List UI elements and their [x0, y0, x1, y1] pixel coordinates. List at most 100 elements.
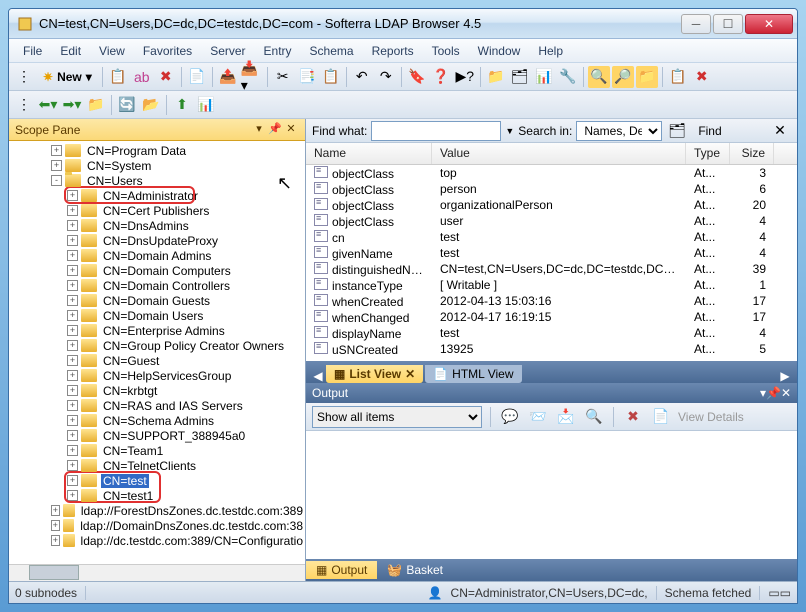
up-button[interactable]: 📁	[85, 94, 107, 116]
filter-icon[interactable]: 📋	[667, 66, 689, 88]
import-icon[interactable]: 📥▾	[241, 66, 263, 88]
copy-dn-icon[interactable]: 📋	[107, 66, 129, 88]
tree-node[interactable]: +CN=Schema Admins	[9, 413, 305, 428]
tree-node[interactable]: +CN=Domain Users	[9, 308, 305, 323]
list-header[interactable]: Name Value Type Size	[306, 143, 797, 165]
tree-node[interactable]: +CN=test	[9, 473, 305, 488]
tree-node[interactable]: -CN=Users	[9, 173, 305, 188]
tree-node[interactable]: +CN=Team1	[9, 443, 305, 458]
level-icon[interactable]: 📊	[195, 94, 217, 116]
output-pin-icon[interactable]: 📌	[766, 386, 781, 400]
tab-output[interactable]: ▦Output	[306, 561, 377, 579]
close-pane-icon[interactable]: ✕	[283, 122, 299, 138]
list-row[interactable]: objectClassorganizationalPersonAt...20	[306, 197, 797, 213]
list-row[interactable]: instanceType[ Writable ]At...1	[306, 277, 797, 293]
tree-node[interactable]: +CN=TelnetClients	[9, 458, 305, 473]
expand-icon[interactable]: +	[67, 265, 78, 276]
tree-node[interactable]: +ldap://ForestDnsZones.dc.testdc.com:389	[9, 503, 305, 518]
col-type[interactable]: Type	[686, 143, 730, 164]
list-row[interactable]: distinguishedNameCN=test,CN=Users,DC=dc,…	[306, 261, 797, 277]
tool-b-icon[interactable]: 🗂	[509, 66, 531, 88]
collapse-icon[interactable]: 📂	[140, 94, 162, 116]
list-view[interactable]: objectClasstopAt...3objectClasspersonAt.…	[306, 165, 797, 361]
out-icon-2[interactable]: 📨	[527, 406, 549, 428]
tree-node[interactable]: +CN=RAS and IAS Servers	[9, 398, 305, 413]
close-button[interactable]: ✕	[745, 14, 793, 34]
tree-node[interactable]: +CN=Cert Publishers	[9, 203, 305, 218]
col-name[interactable]: Name	[306, 143, 432, 164]
out-icon-4[interactable]: 🔍	[583, 406, 605, 428]
out-delete-icon[interactable]: ✖	[622, 406, 644, 428]
refresh-icon[interactable]: 🔄	[116, 94, 138, 116]
tree-node[interactable]: +CN=Program Data	[9, 143, 305, 158]
properties-icon[interactable]: 📄	[186, 66, 208, 88]
tree-node[interactable]: +CN=HelpServicesGroup	[9, 368, 305, 383]
search3-icon[interactable]: 📁	[636, 66, 658, 88]
delete-icon[interactable]: ✖	[155, 66, 177, 88]
tree-node[interactable]: +CN=Group Policy Creator Owners	[9, 338, 305, 353]
expand-icon[interactable]: +	[67, 250, 78, 261]
expand-icon[interactable]: +	[67, 430, 78, 441]
list-row[interactable]: whenCreated2012-04-13 15:03:16At...17	[306, 293, 797, 309]
menu-reports[interactable]: Reports	[364, 42, 422, 60]
expand-icon[interactable]: +	[67, 280, 78, 291]
tree-node[interactable]: +CN=test1	[9, 488, 305, 503]
tree-node[interactable]: +CN=Administrator	[9, 188, 305, 203]
list-row[interactable]: objectClassuserAt...4	[306, 213, 797, 229]
col-size[interactable]: Size	[730, 143, 774, 164]
tree-node[interactable]: +CN=Domain Computers	[9, 263, 305, 278]
expand-icon[interactable]: +	[51, 160, 62, 171]
menu-window[interactable]: Window	[470, 42, 529, 60]
list-row[interactable]: cntestAt...4	[306, 229, 797, 245]
close-find-icon[interactable]: ✕	[769, 120, 791, 142]
expand-icon[interactable]: +	[51, 520, 60, 531]
menu-help[interactable]: Help	[530, 42, 571, 60]
tab-listview[interactable]: ▦List View✕	[326, 365, 423, 383]
tree-node[interactable]: +CN=Enterprise Admins	[9, 323, 305, 338]
menu-schema[interactable]: Schema	[302, 42, 362, 60]
menu-tools[interactable]: Tools	[424, 42, 468, 60]
tree-node[interactable]: +CN=Domain Controllers	[9, 278, 305, 293]
list-row[interactable]: displayNametestAt...4	[306, 325, 797, 341]
h-scrollbar[interactable]	[9, 564, 305, 581]
expand-icon[interactable]: +	[67, 205, 78, 216]
find-scope-icon[interactable]: 🗂	[666, 120, 688, 142]
menu-file[interactable]: File	[15, 42, 50, 60]
paste-icon[interactable]: 📋	[320, 66, 342, 88]
view-details-button[interactable]: View Details	[678, 410, 744, 424]
search2-icon[interactable]: 🔎	[612, 66, 634, 88]
forward-button[interactable]: ➡▾	[61, 94, 83, 116]
find-button[interactable]: Find	[692, 122, 727, 140]
minimize-button[interactable]: ─	[681, 14, 711, 34]
output-close-icon[interactable]: ✕	[781, 386, 791, 400]
expand-icon[interactable]: +	[67, 325, 78, 336]
out-icon-3[interactable]: 📩	[555, 406, 577, 428]
tree-node[interactable]: +CN=DnsUpdateProxy	[9, 233, 305, 248]
tree-node[interactable]: +CN=DnsAdmins	[9, 218, 305, 233]
expand-icon[interactable]: +	[67, 355, 78, 366]
expand-icon[interactable]: +	[67, 415, 78, 426]
tab-htmlview[interactable]: 📄HTML View	[425, 365, 521, 383]
expand-icon[interactable]: -	[51, 175, 62, 186]
search1-icon[interactable]: 🔍	[588, 66, 610, 88]
tree-view[interactable]: +CN=Program Data+CN=System-CN=Users+CN=A…	[9, 141, 305, 581]
context-help-icon[interactable]: ▶?	[454, 66, 476, 88]
maximize-button[interactable]: ☐	[713, 14, 743, 34]
export-icon[interactable]: 📤	[217, 66, 239, 88]
expand-icon[interactable]: +	[67, 475, 78, 486]
tree-node[interactable]: +CN=System	[9, 158, 305, 173]
go-up-icon[interactable]: ⬆	[171, 94, 193, 116]
expand-icon[interactable]: +	[51, 145, 62, 156]
tree-node[interactable]: +CN=Domain Guests	[9, 293, 305, 308]
redo-icon[interactable]: ↷	[375, 66, 397, 88]
clear-icon[interactable]: ✖	[691, 66, 713, 88]
menu-entry[interactable]: Entry	[256, 42, 300, 60]
new-button[interactable]: ✷New▾	[37, 66, 98, 88]
tool-a-icon[interactable]: 📁	[485, 66, 507, 88]
find-input[interactable]	[371, 121, 501, 141]
tab-left-arrow-icon[interactable]: ◀	[310, 369, 326, 383]
tree-node[interactable]: +CN=SUPPORT_388945a0	[9, 428, 305, 443]
tool-c-icon[interactable]: 📊	[533, 66, 555, 88]
tree-node[interactable]: +CN=krbtgt	[9, 383, 305, 398]
expand-icon[interactable]: +	[67, 235, 78, 246]
